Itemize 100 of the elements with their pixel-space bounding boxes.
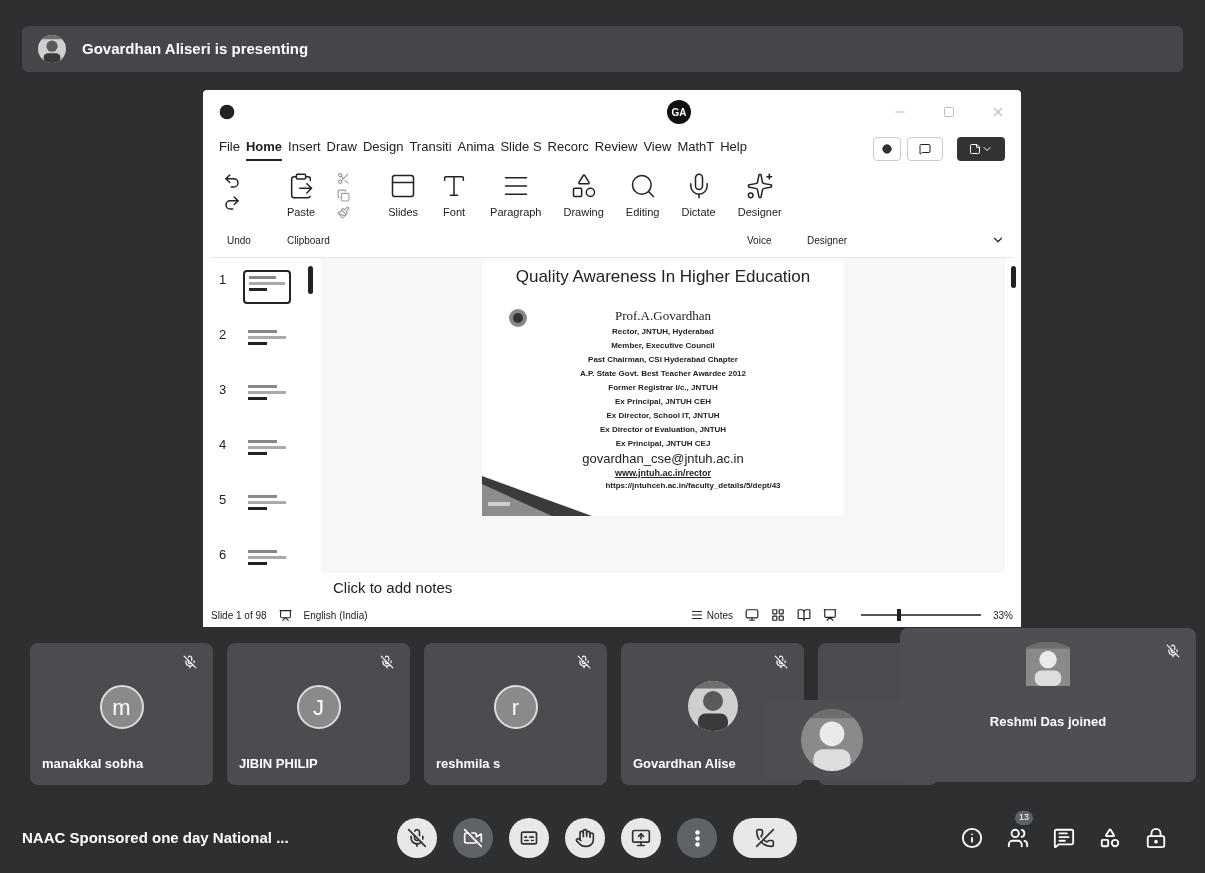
group-label: Designer bbox=[807, 233, 848, 248]
notes-placeholder[interactable]: Click to add notes bbox=[321, 573, 1005, 603]
lock-button[interactable] bbox=[1145, 827, 1167, 849]
notification-text: Reshmi Das joined bbox=[989, 713, 1107, 731]
language-label[interactable]: English (India) bbox=[303, 607, 368, 623]
account-avatar[interactable]: GA bbox=[667, 100, 691, 124]
chat-button[interactable] bbox=[1053, 827, 1075, 849]
ribbon-command[interactable]: Font bbox=[440, 172, 469, 221]
raise-hand-icon bbox=[575, 828, 595, 848]
participant-tile[interactable]: r reshmila s bbox=[424, 643, 607, 785]
slide-text: Member, Executive Council bbox=[611, 340, 715, 352]
more-button[interactable] bbox=[677, 818, 717, 858]
participant-tile[interactable]: m manakkal sobha bbox=[30, 643, 213, 785]
share-button[interactable] bbox=[957, 137, 1005, 161]
people-button[interactable] bbox=[1007, 827, 1029, 849]
shapes-button[interactable] bbox=[1099, 827, 1121, 849]
copy-icon[interactable] bbox=[337, 189, 351, 202]
camera-icon bbox=[463, 828, 483, 848]
slide-thumbnail[interactable] bbox=[243, 270, 291, 304]
ribbon-tab[interactable]: View bbox=[643, 137, 672, 161]
count-badge: 13 bbox=[1015, 811, 1033, 825]
info-button[interactable] bbox=[961, 827, 983, 849]
ribbon-command[interactable]: Editing bbox=[625, 172, 660, 221]
slide-counter: Slide 1 of 98 bbox=[211, 608, 267, 623]
ribbon-tab[interactable]: Home bbox=[245, 137, 283, 161]
present-button[interactable] bbox=[621, 818, 661, 858]
normal-view-icon[interactable] bbox=[745, 608, 759, 622]
presenter-name: Prof.A.Govardhan bbox=[614, 306, 711, 325]
ribbon-command[interactable]: Drawing bbox=[563, 172, 604, 221]
slideshow-icon[interactable] bbox=[823, 608, 837, 622]
app-logo-icon bbox=[219, 104, 235, 120]
ribbon-tab[interactable]: Insert bbox=[288, 137, 321, 161]
slide-text: Ex Principal, JNTUH CEH bbox=[615, 396, 711, 408]
captions-icon bbox=[519, 828, 539, 848]
slide-text: Former Registrar I/c., JNTUH bbox=[608, 382, 718, 394]
ribbon-tab[interactable]: Help bbox=[720, 137, 747, 161]
raise-hand-button[interactable] bbox=[565, 818, 605, 858]
ribbon-command[interactable]: Paste bbox=[287, 172, 316, 221]
captions-button[interactable] bbox=[509, 818, 549, 858]
shapes-icon bbox=[1099, 827, 1121, 849]
leave-call-button[interactable] bbox=[733, 818, 797, 858]
ribbon-tab[interactable]: Review bbox=[594, 137, 638, 161]
microphone-icon bbox=[407, 828, 427, 848]
ribbon-tab[interactable]: File bbox=[219, 137, 240, 161]
slide-text: Past Chairman, CSI Hyderabad Chapter bbox=[588, 354, 738, 366]
ribbon-command[interactable]: Designer bbox=[737, 172, 782, 221]
grid-view-icon[interactable] bbox=[771, 608, 785, 622]
more-icon bbox=[694, 829, 700, 847]
slide-title: Quality Awareness In Higher Education bbox=[515, 266, 811, 288]
slide-text: A.P. State Govt. Best Teacher Awardee 2012 bbox=[580, 368, 746, 380]
zoom-thumb[interactable] bbox=[897, 609, 901, 621]
reading-view-icon[interactable] bbox=[797, 608, 811, 622]
notes-icon bbox=[690, 609, 703, 621]
slide-text: Ex Director, School IT, JNTUH bbox=[606, 410, 720, 422]
scroll-bar bbox=[1010, 266, 1016, 288]
banner-text: Govardhan Aliseri is presenting bbox=[82, 38, 309, 59]
participant-name: JIBIN PHILIP bbox=[239, 754, 318, 773]
slide-number: 6 bbox=[219, 546, 228, 564]
zoom-level[interactable]: 33% bbox=[993, 607, 1013, 623]
notes-button[interactable]: Notes bbox=[690, 607, 733, 623]
ribbon-tab[interactable]: Draw bbox=[326, 137, 357, 161]
comments-button[interactable] bbox=[907, 137, 943, 161]
avatar: m bbox=[99, 685, 144, 729]
camera-button[interactable] bbox=[453, 818, 493, 858]
participant-name: manakkal sobha bbox=[42, 754, 144, 773]
ribbon-tab[interactable]: Slide S bbox=[500, 137, 542, 161]
ribbon-command[interactable]: Paragraph bbox=[490, 172, 542, 221]
ribbon-command[interactable]: Dictate bbox=[681, 172, 716, 221]
ribbon-tab[interactable]: MathT bbox=[677, 137, 715, 161]
people-icon bbox=[1007, 827, 1029, 849]
meeting-title: NAAC Sponsored one day National ... bbox=[22, 827, 290, 848]
designer-icon bbox=[745, 172, 774, 200]
avatar: r bbox=[493, 685, 538, 729]
group-label: Undo bbox=[227, 233, 252, 248]
participant-name: Govardhan Alise bbox=[633, 754, 736, 773]
zoom-slider[interactable] bbox=[861, 609, 981, 621]
emblem-icon bbox=[508, 308, 528, 328]
avatar: J bbox=[296, 685, 341, 729]
slide-email: govardhan_cse@jntuh.ac.in bbox=[582, 451, 744, 467]
chat-icon bbox=[1053, 827, 1075, 849]
slide-number: 4 bbox=[219, 436, 228, 454]
undo-icon[interactable] bbox=[223, 172, 241, 190]
ribbon-tab[interactable]: Transiti bbox=[409, 137, 452, 161]
leave-call-icon bbox=[755, 828, 775, 848]
slide-text: Rector, JNTUH, Hyderabad bbox=[612, 326, 714, 338]
slide-link[interactable]: www.jntuh.ac.in/rector bbox=[614, 467, 712, 480]
ribbon-command[interactable]: Slides bbox=[388, 172, 419, 221]
info-icon bbox=[961, 827, 983, 849]
cut-icon[interactable] bbox=[337, 172, 351, 185]
ribbon-tab[interactable]: Recorc bbox=[547, 137, 589, 161]
microphone-button[interactable] bbox=[397, 818, 437, 858]
record-icon bbox=[882, 144, 892, 154]
slide-text: Ex Director of Evaluation, JNTUH bbox=[599, 424, 727, 436]
group-label: Clipboard bbox=[287, 233, 331, 248]
record-button[interactable] bbox=[873, 137, 901, 161]
redo-icon[interactable] bbox=[223, 194, 241, 212]
format-painter-icon[interactable] bbox=[337, 206, 351, 219]
ribbon-tab[interactable]: Design bbox=[362, 137, 404, 161]
participant-tile[interactable]: J JIBIN PHILIP bbox=[227, 643, 410, 785]
ribbon-tab[interactable]: Anima bbox=[457, 137, 495, 161]
